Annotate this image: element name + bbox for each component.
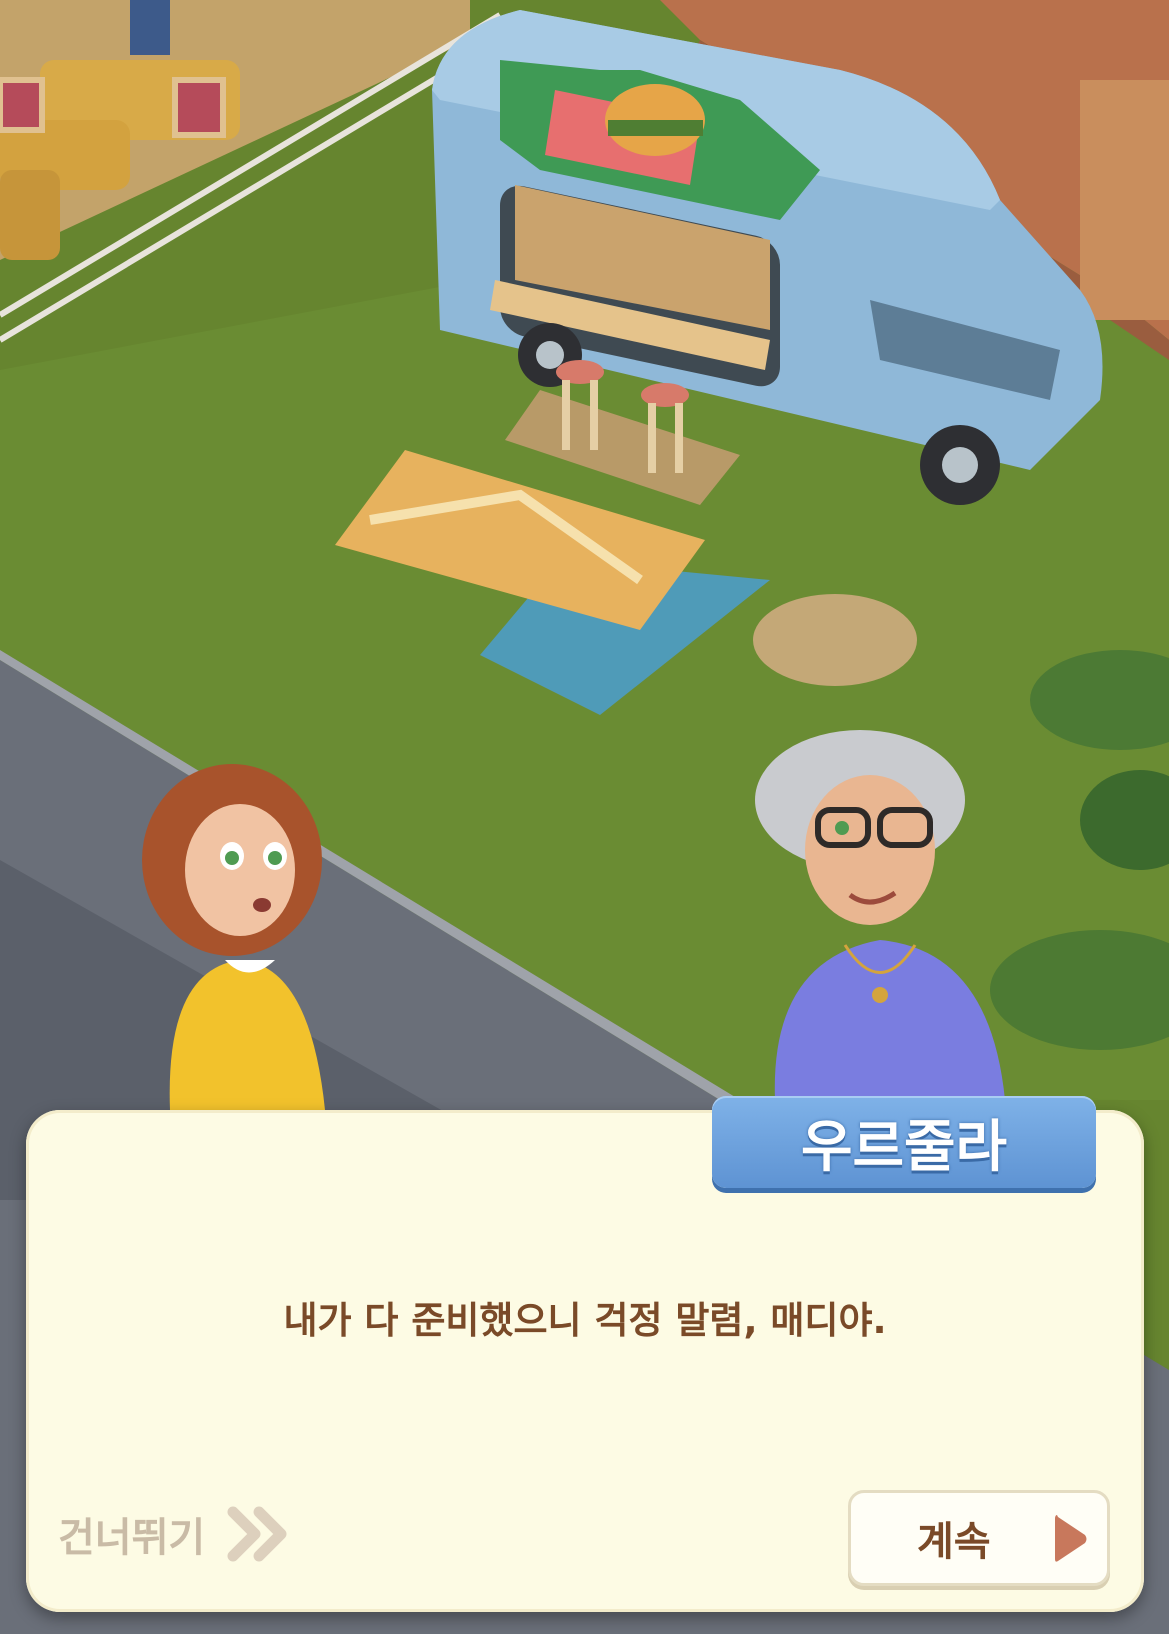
speaker-name: 우르줄라 bbox=[800, 1114, 1008, 1180]
skip-button[interactable]: 건너뛰기 bbox=[58, 1500, 291, 1568]
speaker-name-tab: 우르줄라 bbox=[712, 1096, 1096, 1188]
play-arrow-icon bbox=[1055, 1515, 1087, 1562]
continue-button[interactable]: 계속 bbox=[848, 1490, 1110, 1586]
continue-label: 계속 bbox=[917, 1519, 991, 1565]
double-chevron-right-icon bbox=[227, 1506, 287, 1562]
dialogue-text: 내가 다 준비했으니 걱정 말렴, 매디야. bbox=[283, 1299, 887, 1342]
skip-label: 건너뛰기 bbox=[58, 1515, 206, 1561]
